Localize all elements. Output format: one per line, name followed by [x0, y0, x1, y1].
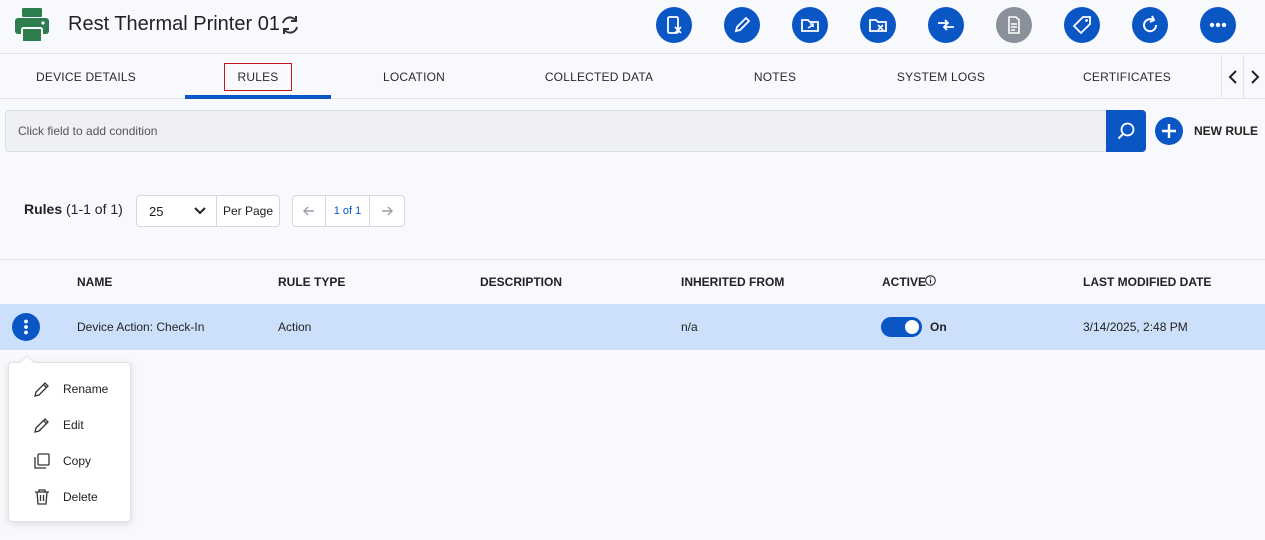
condition-search-bar	[5, 110, 1146, 152]
arrow-right-icon	[381, 206, 393, 216]
table-header: NAME RULE TYPE DESCRIPTION INHERITED FRO…	[0, 259, 1265, 304]
menu-item-rename[interactable]: Rename	[9, 371, 130, 407]
new-rule-button[interactable]: NEW RULE	[1155, 117, 1258, 145]
row-context-menu: Rename Edit Copy Delete	[8, 354, 131, 522]
menu-item-delete[interactable]: Delete	[9, 479, 130, 515]
tab-rules[interactable]: RULES	[185, 55, 331, 99]
menu-item-copy[interactable]: Copy	[9, 443, 130, 479]
printer-icon	[15, 8, 49, 43]
rule-inherited-from: n/a	[681, 320, 698, 334]
active-toggle[interactable]	[881, 317, 922, 337]
column-header-description[interactable]: DESCRIPTION	[480, 275, 562, 289]
next-page-button[interactable]	[370, 196, 404, 226]
search-icon	[1117, 122, 1135, 140]
tab-label: DEVICE DETAILS	[36, 70, 136, 84]
per-page-value: 25	[149, 203, 164, 219]
chevron-right-icon	[1250, 70, 1259, 84]
tab-label: LOCATION	[382, 70, 446, 84]
column-header-last-modified[interactable]: LAST MODIFIED DATE	[1083, 275, 1211, 289]
remove-from-folder-button[interactable]	[860, 7, 896, 43]
header: Rest Thermal Printer 01	[0, 0, 1265, 54]
menu-caret	[19, 354, 35, 370]
document-button[interactable]	[996, 7, 1032, 43]
folder-remove-icon	[869, 19, 887, 32]
refresh-button[interactable]	[1132, 7, 1168, 43]
plus-icon	[1155, 117, 1183, 145]
chevron-down-icon	[194, 207, 206, 215]
tab-collected-data[interactable]: COLLECTED DATA	[530, 55, 668, 99]
new-rule-label: NEW RULE	[1194, 124, 1258, 138]
tag-button[interactable]	[1064, 7, 1100, 43]
tab-device-details[interactable]: DEVICE DETAILS	[20, 55, 152, 99]
row-actions-button[interactable]	[12, 313, 40, 341]
tab-bar: DEVICE DETAILS RULES LOCATION COLLECTED …	[0, 55, 1265, 99]
condition-search-input[interactable]	[6, 111, 1106, 151]
pagination: 1 of 1	[292, 195, 405, 227]
move-to-folder-button[interactable]	[792, 7, 828, 43]
device-title: Rest Thermal Printer 01	[68, 13, 280, 35]
tag-icon	[1072, 16, 1091, 35]
kebab-menu-icon	[24, 319, 28, 335]
toggle-knob	[905, 320, 919, 334]
remove-device-icon	[667, 16, 682, 34]
tab-certificates[interactable]: CERTIFICATES	[1065, 55, 1189, 99]
pencil-icon	[34, 382, 49, 397]
menu-item-label: Copy	[63, 454, 92, 468]
transfer-icon	[938, 19, 954, 31]
tab-notes[interactable]: NOTES	[715, 55, 835, 99]
rule-name: Device Action: Check-In	[77, 320, 205, 334]
tab-label: CERTIFICATES	[1083, 70, 1171, 84]
per-page-control: 25 Per Page	[136, 195, 280, 227]
arrow-left-icon	[303, 206, 315, 216]
column-header-inherited-from[interactable]: INHERITED FROM	[681, 275, 784, 289]
active-status-label: On	[930, 320, 947, 334]
rule-type: Action	[278, 320, 312, 334]
copy-icon	[34, 453, 50, 469]
trash-icon	[35, 489, 49, 505]
folder-move-icon	[801, 19, 819, 32]
previous-page-button[interactable]	[293, 196, 325, 226]
search-button[interactable]	[1106, 110, 1146, 152]
column-header-active[interactable]: ACTIVE	[882, 275, 926, 289]
table-row[interactable]: Device Action: Check-In Action n/a On 3/…	[0, 304, 1265, 350]
active-tab-indicator	[185, 95, 331, 99]
tabs-scroll-right-button[interactable]	[1243, 55, 1265, 99]
rules-count: Rules (1-1 of 1)	[24, 201, 123, 217]
more-icon	[1209, 22, 1227, 28]
tab-label: NOTES	[753, 70, 797, 84]
rules-title: Rules	[24, 201, 63, 217]
per-page-select[interactable]: 25	[137, 196, 217, 226]
edit-device-button[interactable]	[724, 7, 760, 43]
more-actions-button[interactable]	[1200, 7, 1236, 43]
remove-device-button[interactable]	[656, 7, 692, 43]
menu-item-label: Edit	[63, 418, 84, 432]
sync-icon[interactable]	[279, 14, 301, 36]
rules-range: (1-1 of 1)	[66, 201, 123, 217]
tab-label: SYSTEM LOGS	[896, 70, 986, 84]
menu-item-label: Rename	[63, 382, 109, 396]
rule-last-modified: 3/14/2025, 2:48 PM	[1083, 320, 1188, 334]
tab-location[interactable]: LOCATION	[350, 55, 478, 99]
transfer-button[interactable]	[928, 7, 964, 43]
tab-label: COLLECTED DATA	[544, 70, 654, 84]
tabs-scroll-left-button[interactable]	[1221, 55, 1243, 99]
tab-label: RULES	[224, 63, 292, 91]
menu-item-edit[interactable]: Edit	[9, 407, 130, 443]
per-page-label: Per Page	[222, 204, 274, 218]
chevron-left-icon	[1228, 70, 1237, 84]
tab-system-logs[interactable]: SYSTEM LOGS	[875, 55, 1007, 99]
document-icon	[1008, 16, 1020, 34]
column-header-rule-type[interactable]: RULE TYPE	[278, 275, 345, 289]
pencil-icon	[34, 418, 49, 433]
refresh-icon	[1143, 15, 1158, 33]
column-header-name[interactable]: NAME	[77, 275, 112, 289]
menu-item-label: Delete	[63, 490, 98, 504]
info-icon[interactable]	[925, 275, 936, 286]
page-info: 1 of 1	[325, 196, 370, 226]
pencil-icon	[734, 16, 751, 33]
